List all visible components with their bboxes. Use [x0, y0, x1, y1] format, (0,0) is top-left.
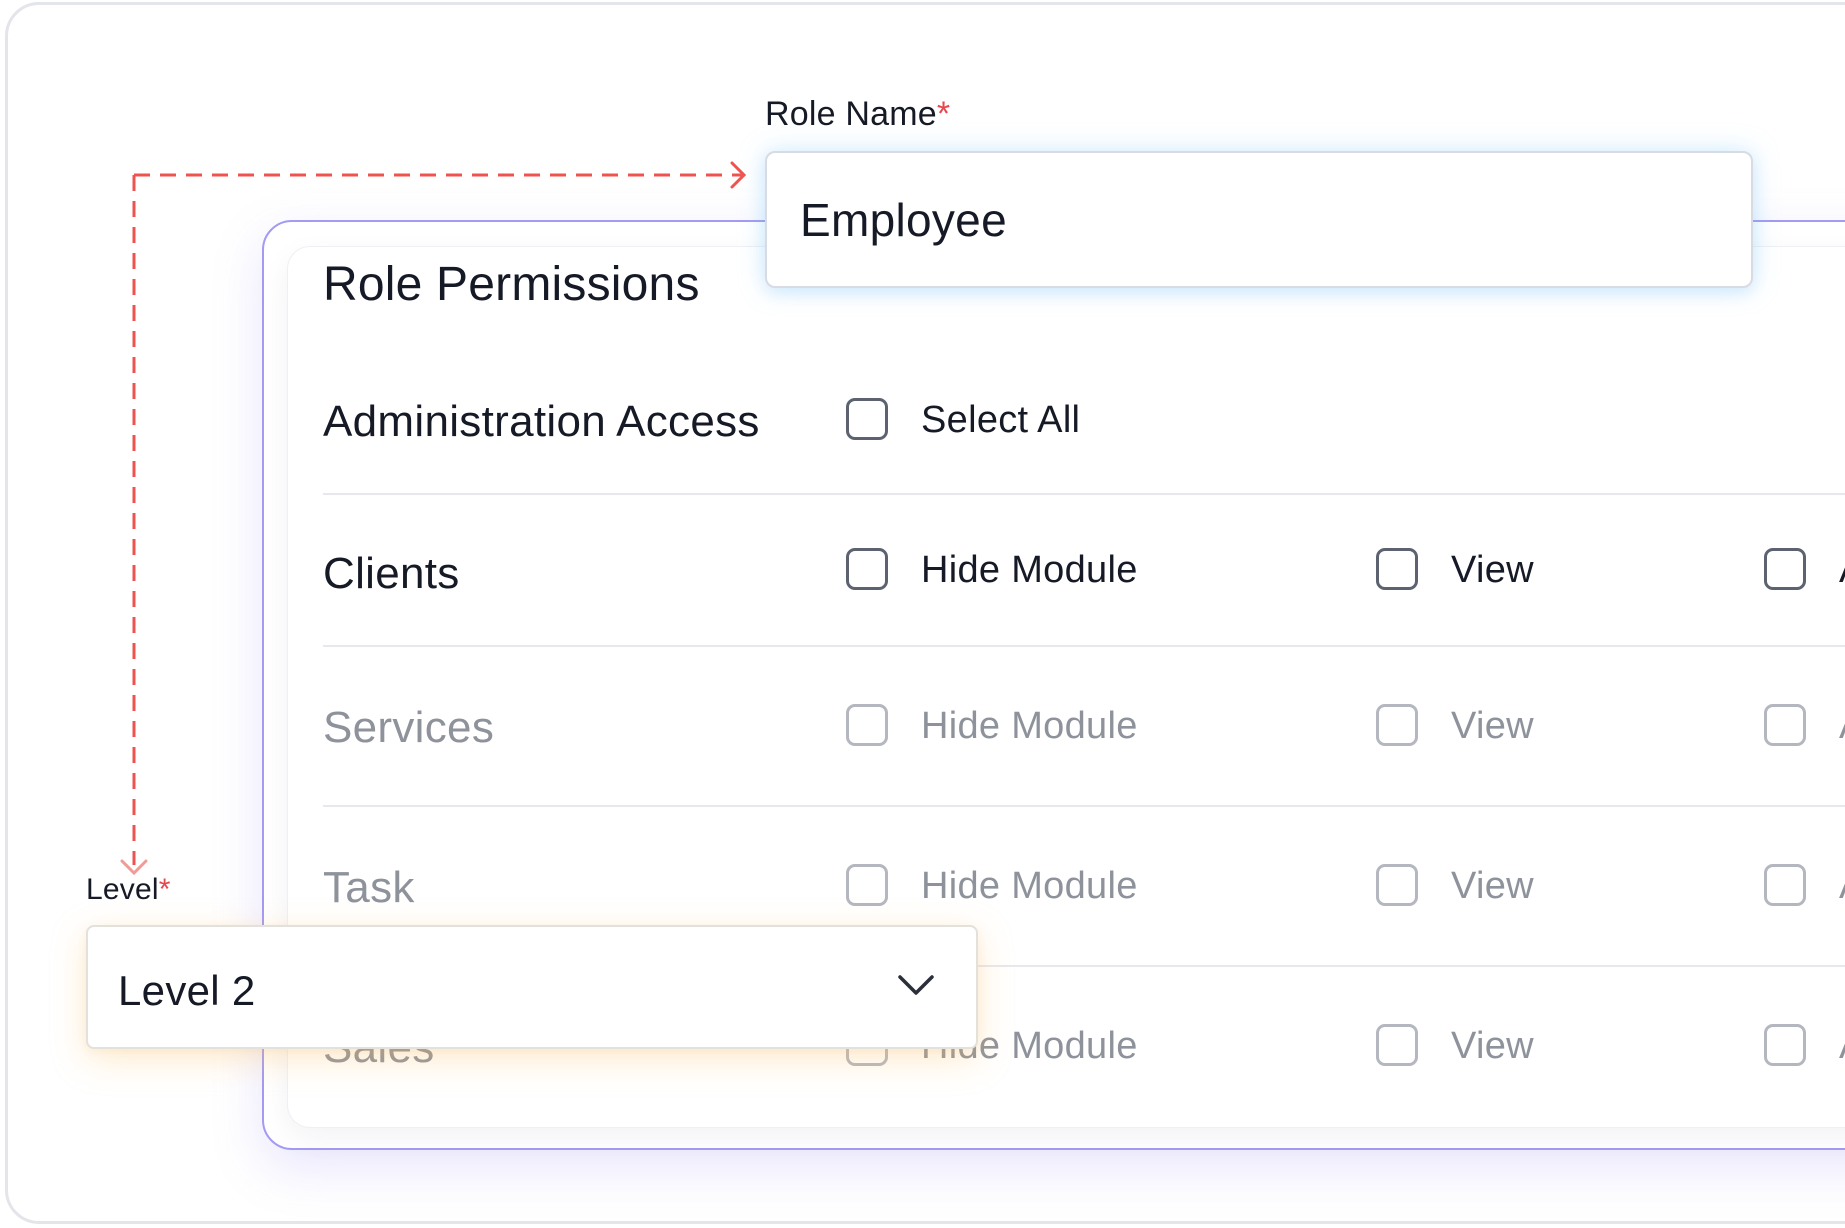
task-hide-module-checkbox[interactable]: [846, 864, 888, 906]
services-hide-module-checkbox[interactable]: [846, 704, 888, 746]
services-option3-label[interactable]: A: [1839, 705, 1845, 748]
required-asterisk: *: [936, 95, 951, 133]
level-label: Level*: [86, 873, 171, 907]
level-label-text: Level: [86, 873, 159, 906]
sales-option3-checkbox[interactable]: [1764, 1024, 1806, 1066]
required-asterisk: *: [158, 873, 171, 906]
services-option3-checkbox[interactable]: [1764, 704, 1806, 746]
row-divider: [323, 805, 1845, 807]
permissions-title: Role Permissions: [323, 258, 700, 311]
clients-option3-checkbox[interactable]: [1764, 548, 1806, 590]
role-name-value[interactable]: Employee: [800, 193, 1007, 247]
clients-hide-module-label[interactable]: Hide Module: [921, 549, 1138, 592]
services-view-checkbox[interactable]: [1376, 704, 1418, 746]
role-name-label: Role Name*: [765, 95, 950, 134]
services-view-label[interactable]: View: [1451, 705, 1534, 748]
admin-access-label: Administration Access: [323, 397, 760, 446]
canvas: Role Permissions Administration Access S…: [5, 2, 1845, 1224]
select-all-checkbox[interactable]: [846, 398, 888, 440]
level-selected-value[interactable]: Level 2: [118, 967, 256, 1015]
task-option3-checkbox[interactable]: [1764, 864, 1806, 906]
task-view-label[interactable]: View: [1451, 865, 1534, 908]
row-label-services: Services: [323, 703, 495, 752]
sales-view-checkbox[interactable]: [1376, 1024, 1418, 1066]
row-divider: [323, 645, 1845, 647]
clients-option3-label[interactable]: A: [1839, 549, 1845, 592]
clients-hide-module-checkbox[interactable]: [846, 548, 888, 590]
select-all-label[interactable]: Select All: [921, 399, 1080, 442]
chevron-down-icon[interactable]: [896, 973, 936, 999]
clients-view-label[interactable]: View: [1451, 549, 1534, 592]
row-label-clients: Clients: [323, 549, 460, 598]
role-name-label-text: Role Name: [765, 95, 937, 133]
clients-view-checkbox[interactable]: [1376, 548, 1418, 590]
task-option3-label[interactable]: A: [1839, 865, 1845, 908]
sales-option3-label[interactable]: A: [1839, 1025, 1845, 1068]
task-view-checkbox[interactable]: [1376, 864, 1418, 906]
row-divider: [323, 493, 1845, 495]
sales-view-label[interactable]: View: [1451, 1025, 1534, 1068]
services-hide-module-label[interactable]: Hide Module: [921, 705, 1138, 748]
task-hide-module-label[interactable]: Hide Module: [921, 865, 1138, 908]
row-label-task: Task: [323, 863, 415, 912]
